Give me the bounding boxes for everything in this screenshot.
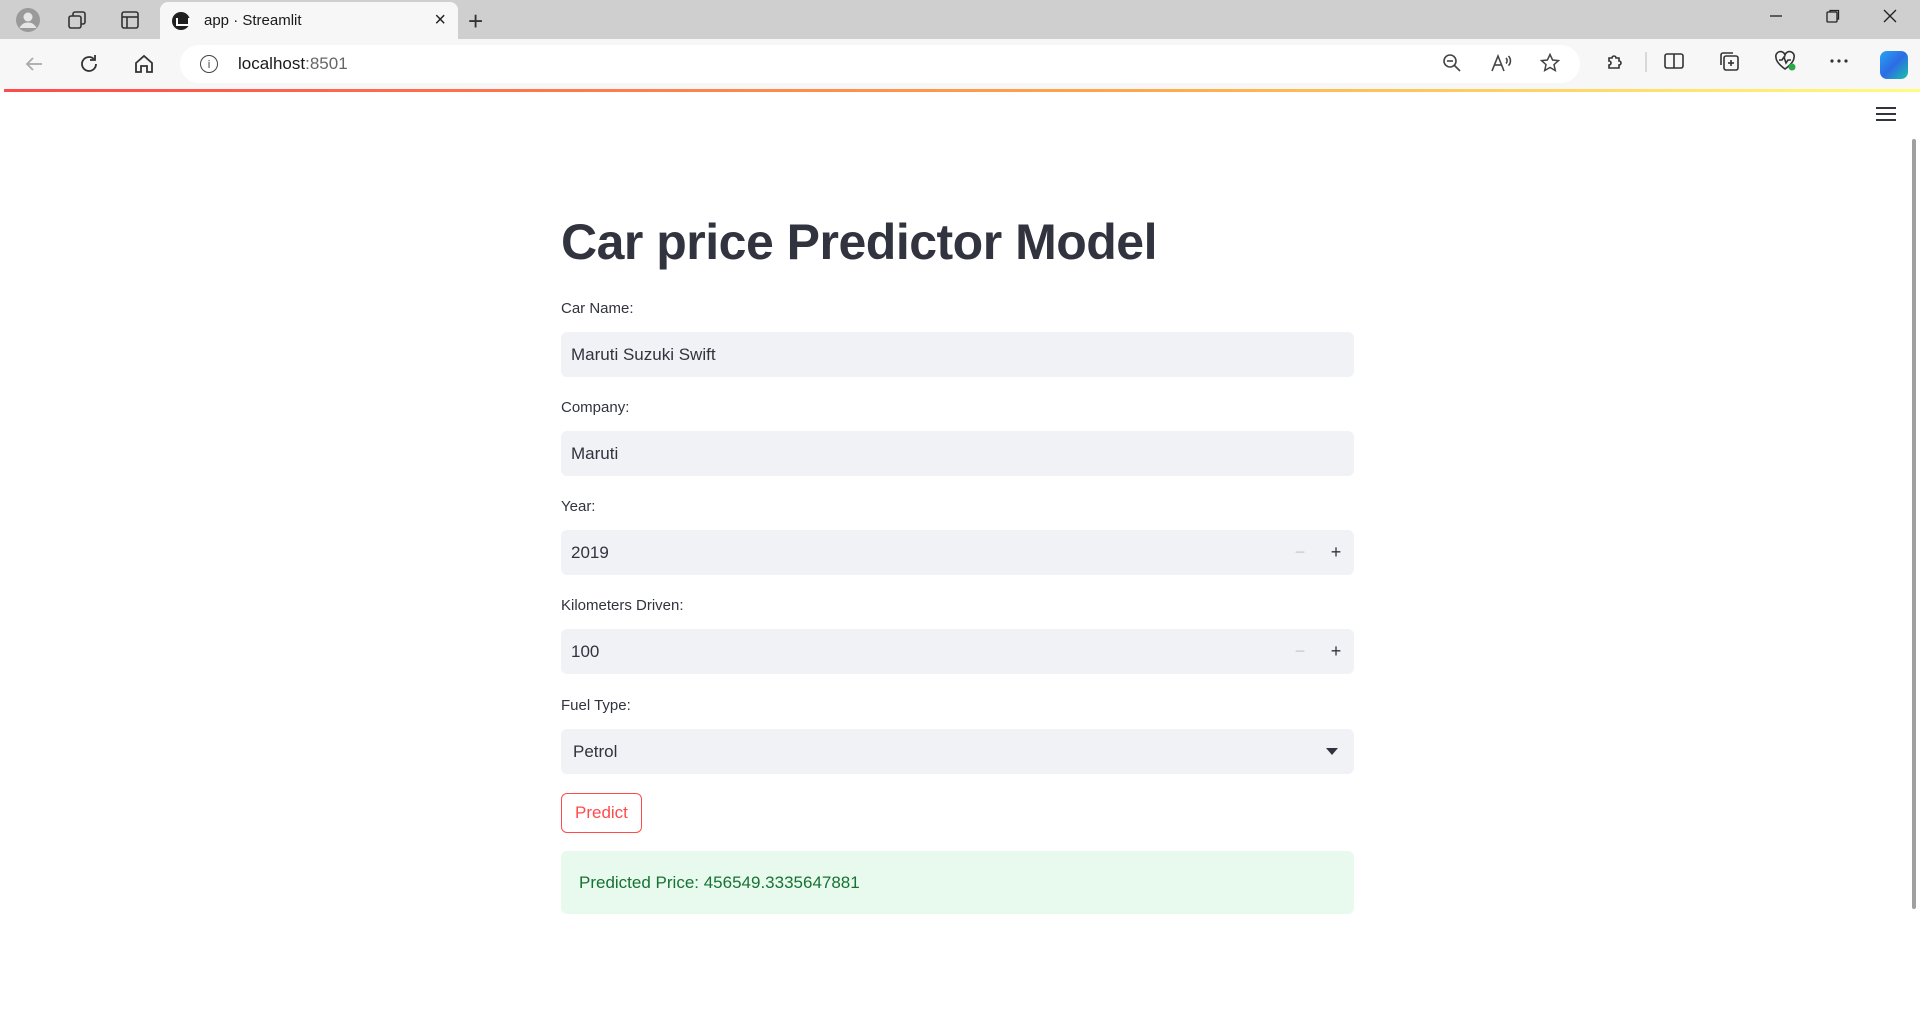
tab-title: app · Streamlit — [204, 12, 302, 29]
predicted-price-text: Predicted Price: 456549.3335647881 — [579, 872, 860, 892]
company-input[interactable]: Maruti — [561, 431, 1354, 476]
kms-label: Kilometers Driven: — [561, 597, 684, 614]
toolbar-divider — [1645, 52, 1647, 78]
tab-close-icon[interactable]: × — [434, 9, 446, 32]
collections-icon[interactable] — [1718, 50, 1740, 78]
read-aloud-icon[interactable] — [1490, 53, 1512, 79]
page-title: Car price Predictor Model — [561, 214, 1158, 270]
extensions-icon[interactable] — [1605, 50, 1627, 78]
more-icon[interactable] — [1828, 50, 1850, 78]
browser-tab-bar: app · Streamlit × + — [0, 0, 1920, 39]
zoom-icon[interactable] — [1442, 53, 1462, 79]
predict-button[interactable]: Predict — [561, 793, 642, 833]
hamburger-menu-icon[interactable] — [1876, 107, 1896, 123]
minimize-icon[interactable] — [1768, 8, 1784, 29]
back-icon[interactable] — [18, 48, 50, 80]
kms-value: 100 — [571, 641, 600, 661]
year-label: Year: — [561, 498, 596, 515]
dropdown-caret-icon[interactable] — [1326, 748, 1338, 755]
url-host: localhost — [238, 54, 306, 73]
workspaces-icon[interactable] — [62, 6, 92, 34]
year-increment-button[interactable]: + — [1318, 530, 1354, 575]
favorite-star-icon[interactable] — [1539, 52, 1561, 79]
year-decrement-button[interactable]: − — [1282, 530, 1318, 575]
car-name-value: Maruti Suzuki Swift — [571, 344, 716, 364]
scrollbar-thumb[interactable] — [1912, 139, 1916, 909]
fuel-type-select[interactable]: Petrol — [561, 729, 1354, 774]
year-number-input[interactable]: 2019 − + — [561, 530, 1354, 575]
car-name-label: Car Name: — [561, 300, 634, 317]
home-icon[interactable] — [128, 48, 160, 80]
split-screen-icon[interactable] — [1663, 50, 1685, 78]
company-label: Company: — [561, 399, 630, 416]
fuel-type-value: Petrol — [573, 741, 618, 761]
refresh-icon[interactable] — [73, 48, 105, 80]
browser-address-bar: i localhost:8501 — [0, 39, 1920, 89]
streamlit-app: Car price Predictor Model Car Name: Maru… — [4, 89, 1920, 1013]
profile-icon[interactable] — [13, 6, 43, 34]
restore-icon[interactable] — [1825, 8, 1841, 29]
url-field[interactable]: i localhost:8501 — [180, 45, 1580, 83]
kms-number-input[interactable]: 100 − + — [561, 629, 1354, 674]
car-name-input[interactable]: Maruti Suzuki Swift — [561, 332, 1354, 377]
copilot-icon[interactable] — [1880, 51, 1908, 79]
new-tab-button[interactable]: + — [468, 6, 483, 37]
year-value: 2019 — [571, 542, 609, 562]
tab-actions-icon[interactable] — [115, 6, 145, 34]
scrollbar[interactable] — [1910, 139, 1918, 999]
url-port: :8501 — [305, 54, 348, 73]
header-decoration-bar — [4, 89, 1920, 92]
company-value: Maruti — [571, 443, 619, 463]
kms-decrement-button[interactable]: − — [1282, 629, 1318, 674]
browser-tab-active[interactable]: app · Streamlit × — [160, 2, 458, 39]
site-info-icon[interactable]: i — [200, 55, 218, 73]
predicted-price-alert: Predicted Price: 456549.3335647881 — [561, 851, 1354, 914]
browser-essentials-icon[interactable] — [1773, 50, 1797, 78]
fuel-type-label: Fuel Type: — [561, 697, 631, 714]
close-window-icon[interactable] — [1882, 8, 1898, 29]
streamlit-favicon — [172, 11, 190, 30]
kms-increment-button[interactable]: + — [1318, 629, 1354, 674]
